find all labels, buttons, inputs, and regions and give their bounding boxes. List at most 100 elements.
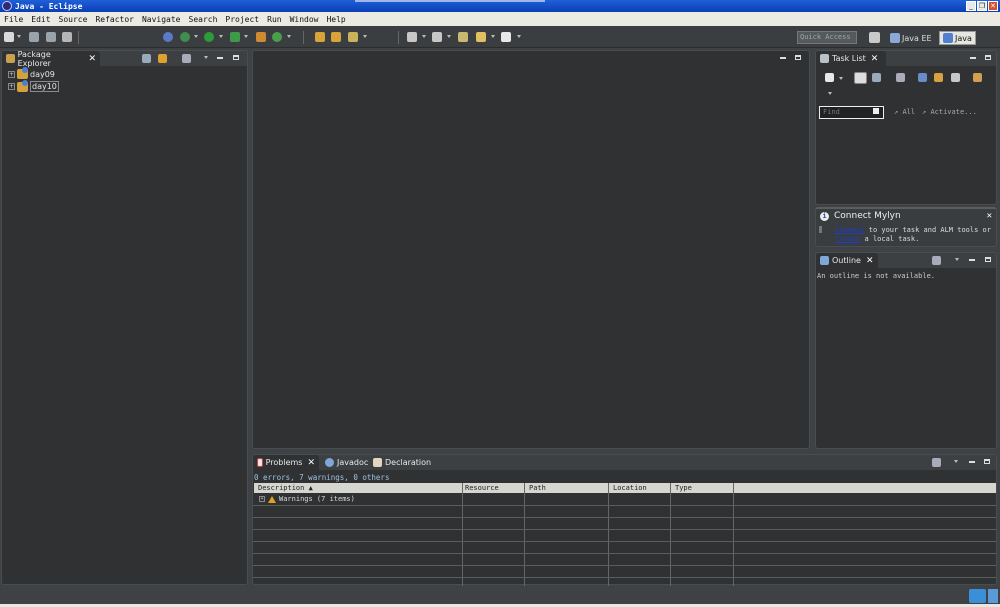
new-task-icon[interactable] [825, 73, 834, 82]
tree-item-project[interactable]: + day09 [8, 67, 55, 79]
filter-all-link[interactable]: ↗ All [894, 108, 915, 116]
minimize-icon[interactable] [969, 259, 975, 261]
quick-access-input[interactable]: Quick Access [797, 31, 857, 44]
table-row[interactable]: + Warnings (7 items) [259, 495, 355, 503]
share-icon[interactable] [969, 589, 986, 603]
expand-icon[interactable]: + [259, 496, 265, 502]
minimize-icon[interactable] [780, 57, 786, 59]
forward-arrow-icon[interactable] [501, 32, 511, 42]
maximize-icon[interactable] [795, 55, 801, 60]
activate-link[interactable]: ↗ Activate... [922, 108, 977, 116]
close-icon[interactable]: ✕ [871, 54, 879, 64]
menu-source[interactable]: Source [59, 15, 88, 24]
new-class-icon[interactable] [272, 32, 282, 42]
tab-package-explorer[interactable]: Package Explorer ✕ [2, 50, 100, 68]
focus-on-workweek-icon[interactable] [896, 73, 905, 82]
minimize-icon[interactable] [970, 57, 976, 59]
tree-item-project[interactable]: + day10 [8, 79, 59, 92]
chevron-down-icon[interactable] [17, 35, 21, 38]
chevron-down-icon[interactable] [219, 35, 223, 38]
menu-help[interactable]: Help [326, 15, 345, 24]
run-icon[interactable] [204, 32, 214, 42]
column-resource[interactable]: Resource [465, 484, 499, 492]
view-menu-icon[interactable] [828, 92, 832, 95]
create-link[interactable]: create [835, 235, 860, 243]
menu-refactor[interactable]: Refactor [95, 15, 134, 24]
tab-javadoc[interactable]: Javadoc [321, 455, 372, 470]
menu-project[interactable]: Project [225, 15, 259, 24]
chevron-down-icon[interactable] [839, 77, 843, 80]
scheduled-icon[interactable] [872, 73, 881, 82]
link-with-editor-icon[interactable] [158, 54, 167, 63]
synchronize-icon[interactable] [973, 73, 982, 82]
view-menu-icon[interactable] [204, 56, 208, 59]
expand-icon[interactable]: + [8, 70, 15, 78]
column-path[interactable]: Path [529, 484, 546, 492]
external-tools-icon[interactable] [230, 32, 240, 42]
maximize-icon[interactable] [985, 55, 991, 60]
tab-problems[interactable]: Problems ✕ [253, 455, 319, 470]
menu-navigate[interactable]: Navigate [142, 15, 181, 24]
print-icon[interactable] [62, 32, 72, 42]
column-description[interactable]: Description ▲ [258, 484, 313, 492]
maximize-icon[interactable] [985, 257, 991, 262]
view-menu-icon[interactable] [955, 258, 959, 261]
close-icon[interactable]: ✕ [987, 211, 992, 221]
chevron-down-icon[interactable] [517, 35, 521, 38]
close-icon[interactable]: ✕ [866, 256, 874, 266]
new-icon[interactable] [4, 32, 14, 42]
skip-breakpoints-icon[interactable] [163, 32, 173, 42]
chevron-down-icon[interactable] [491, 35, 495, 38]
collapse-all-icon[interactable] [951, 73, 960, 82]
save-icon[interactable] [29, 32, 39, 42]
menu-edit[interactable]: Edit [31, 15, 50, 24]
new-java-project-icon[interactable] [256, 32, 266, 42]
chevron-down-icon[interactable] [194, 35, 198, 38]
column-type[interactable]: Type [675, 484, 692, 492]
focus-on-task-icon[interactable] [182, 54, 191, 63]
menu-file[interactable]: File [4, 15, 23, 24]
previous-annotation-icon[interactable] [432, 32, 442, 42]
sort-icon[interactable] [934, 73, 943, 82]
close-button[interactable]: ✕ [988, 1, 998, 11]
categorized-icon[interactable] [854, 72, 867, 84]
save-all-icon[interactable] [46, 32, 56, 42]
focus-on-task-icon[interactable] [932, 256, 941, 265]
menu-search[interactable]: Search [189, 15, 218, 24]
perspective-java[interactable]: Java [939, 31, 976, 45]
menu-run[interactable]: Run [267, 15, 281, 24]
connect-link[interactable]: Connect [835, 226, 865, 234]
maximize-icon[interactable] [984, 459, 990, 464]
clear-find-icon[interactable] [873, 108, 879, 114]
restore-button[interactable]: ❐ [977, 1, 987, 11]
tab-outline[interactable]: Outline ✕ [816, 253, 878, 268]
column-location[interactable]: Location [613, 484, 647, 492]
view-menu-icon[interactable] [954, 460, 958, 463]
close-icon[interactable]: ✕ [88, 54, 96, 64]
maximize-icon[interactable] [233, 55, 239, 60]
open-perspective-icon[interactable] [869, 32, 880, 43]
chevron-down-icon[interactable] [363, 35, 367, 38]
chevron-down-icon[interactable] [244, 35, 248, 38]
menu-window[interactable]: Window [290, 15, 319, 24]
open-task-icon[interactable] [331, 32, 341, 42]
minimize-icon[interactable] [217, 57, 223, 59]
chevron-down-icon[interactable] [287, 35, 291, 38]
collapse-all-icon[interactable] [142, 54, 151, 63]
focus-on-task-icon[interactable] [932, 458, 941, 467]
open-type-icon[interactable] [315, 32, 325, 42]
next-annotation-icon[interactable] [407, 32, 417, 42]
debug-icon[interactable] [180, 32, 190, 42]
expand-icon[interactable]: + [8, 83, 15, 90]
tray-icon[interactable] [988, 589, 998, 603]
tab-task-list[interactable]: Task List ✕ [816, 51, 886, 66]
minimize-icon[interactable] [969, 461, 975, 463]
back-arrow-icon[interactable] [476, 32, 486, 42]
chevron-down-icon[interactable] [447, 35, 451, 38]
minimize-button[interactable]: _ [966, 1, 976, 11]
perspective-java-ee[interactable]: Java EE [890, 31, 932, 45]
chevron-down-icon[interactable] [422, 35, 426, 38]
tab-declaration[interactable]: Declaration [369, 455, 435, 470]
close-icon[interactable]: ✕ [307, 458, 315, 468]
hide-completed-icon[interactable] [918, 73, 927, 82]
